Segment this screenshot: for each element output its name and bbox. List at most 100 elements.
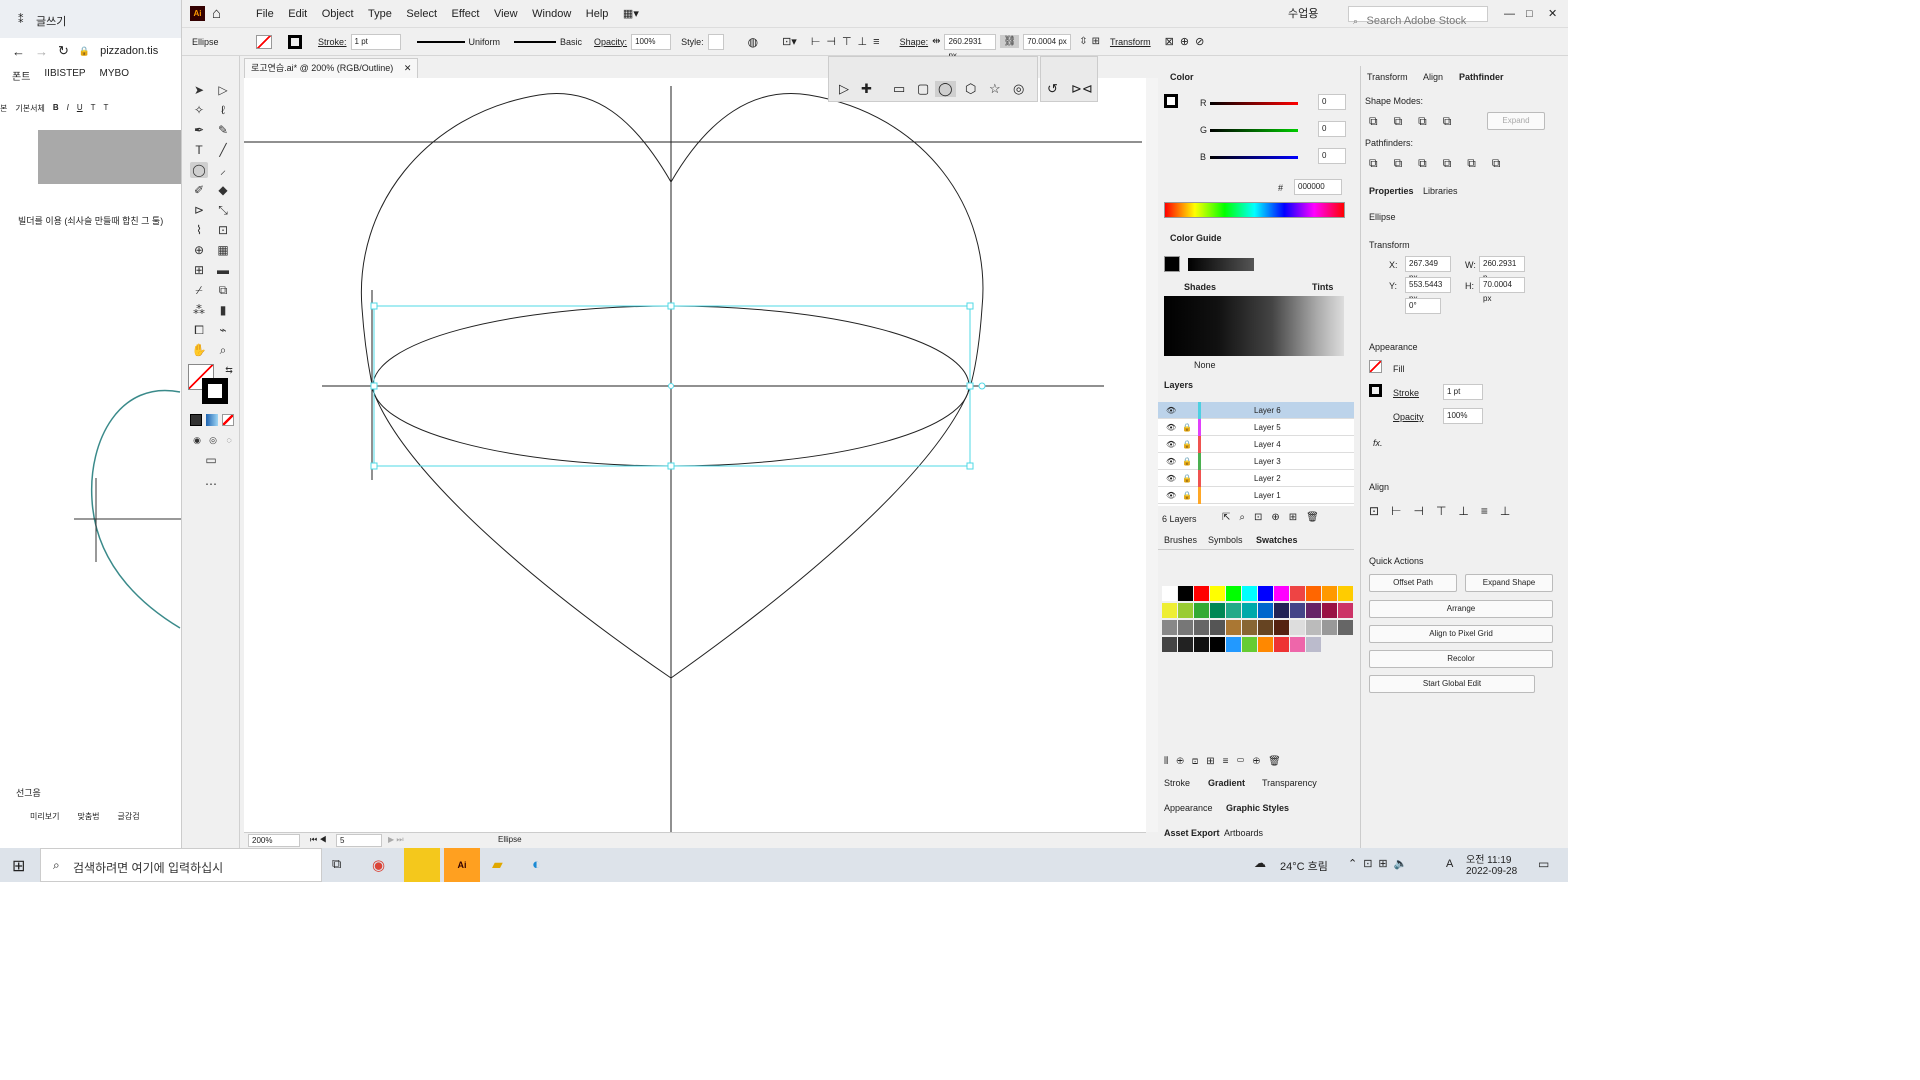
- start-global-edit-button[interactable]: Start Global Edit: [1369, 675, 1535, 693]
- swap-colors-icon[interactable]: ⇆: [220, 362, 238, 378]
- visibility-eye-icon[interactable]: 👁: [1166, 419, 1176, 436]
- y-input[interactable]: 553.5443 px: [1405, 277, 1451, 303]
- pen-tool-icon[interactable]: ✒: [190, 122, 208, 138]
- layer-name[interactable]: Layer 4: [1254, 436, 1281, 453]
- stroke-weight-input[interactable]: 1 pt: [350, 33, 401, 50]
- layers-panel-title[interactable]: Layers: [1164, 380, 1193, 390]
- scale-tool-icon[interactable]: ⤡: [214, 202, 232, 218]
- italic-button[interactable]: I: [67, 103, 69, 114]
- tab-transform[interactable]: Transform: [1367, 72, 1408, 82]
- tab-appearance[interactable]: Appearance: [1164, 803, 1213, 813]
- swatch[interactable]: [1162, 637, 1177, 652]
- appearance-stroke-input[interactable]: 1 pt: [1443, 384, 1483, 400]
- notification-icon[interactable]: ▭: [1538, 857, 1549, 871]
- r-input[interactable]: 0: [1318, 94, 1346, 110]
- gradient-mode-icon[interactable]: [206, 414, 218, 426]
- swatch[interactable]: [1194, 620, 1209, 635]
- tab-gradient[interactable]: Gradient: [1208, 778, 1245, 788]
- swatch[interactable]: [1242, 603, 1257, 618]
- layer-name[interactable]: Layer 3: [1254, 453, 1281, 470]
- maximize-button[interactable]: □: [1520, 0, 1539, 28]
- align-icons[interactable]: ⊡⊢⊣⊤⊥≡⊥: [1369, 504, 1522, 518]
- forward-icon[interactable]: →: [35, 44, 48, 59]
- guide-base-color[interactable]: [1164, 256, 1180, 272]
- swatch[interactable]: [1162, 603, 1177, 618]
- swatches-grid[interactable]: [1162, 586, 1353, 716]
- preview-button[interactable]: 미리보기: [30, 811, 59, 822]
- minimize-button[interactable]: —: [1498, 0, 1521, 28]
- slice-tool-icon[interactable]: ⌁: [214, 322, 232, 338]
- tab-artboards[interactable]: Artboards: [1224, 828, 1263, 838]
- font-size-select[interactable]: 본: [0, 103, 7, 114]
- spellcheck-button[interactable]: 맞춤법: [77, 811, 99, 822]
- align-buttons-icon[interactable]: ⊢⊣⊤⊥≡: [811, 35, 886, 48]
- task-view-icon[interactable]: ⧉: [332, 856, 341, 872]
- swatch[interactable]: [1306, 603, 1321, 618]
- curvature-tool-icon[interactable]: ✎: [214, 122, 232, 138]
- visibility-eye-icon[interactable]: 👁: [1166, 436, 1176, 453]
- clock-date[interactable]: 2022-09-28: [1466, 866, 1517, 877]
- artboard-tool-icon[interactable]: ⧠: [190, 322, 208, 338]
- magic-wand-tool-icon[interactable]: ✧: [190, 102, 208, 118]
- appearance-fill-swatch[interactable]: [1369, 360, 1382, 373]
- menu-view[interactable]: View: [488, 0, 524, 28]
- menu-effect[interactable]: Effect: [446, 0, 486, 28]
- vertical-scrollbar[interactable]: [1146, 78, 1158, 832]
- tab-symbols[interactable]: Symbols: [1208, 535, 1243, 545]
- tab-swatches[interactable]: Swatches: [1256, 535, 1298, 545]
- taskbar-search[interactable]: ⌕ 검색하려면 여기에 입력하십시: [40, 848, 322, 882]
- graph-tool-icon[interactable]: ▮: [214, 302, 232, 318]
- ellipse-tool-float-icon[interactable]: ◯: [935, 81, 956, 97]
- swatch-footer-icons[interactable]: ⫴⊕⊡⊞≡▭⊕🗑: [1164, 756, 1289, 767]
- workspace-select[interactable]: 수업용: [1282, 0, 1324, 28]
- g-input[interactable]: 0: [1318, 121, 1346, 137]
- swatch[interactable]: [1274, 586, 1289, 601]
- artboard-nav-last-icon[interactable]: ▶ ⏭: [388, 835, 404, 845]
- star-tool-icon[interactable]: ☆: [989, 81, 1001, 97]
- shape-builder-tool-icon[interactable]: ⊕: [190, 242, 208, 258]
- lock-icon[interactable]: 🔒: [1182, 487, 1192, 504]
- swatch[interactable]: [1306, 620, 1321, 635]
- tab-stroke[interactable]: Stroke: [1164, 778, 1190, 788]
- close-tab-icon[interactable]: ✕: [404, 63, 412, 73]
- bounding-icon[interactable]: ⊞: [1092, 36, 1100, 47]
- layer-row[interactable]: 👁 Layer 6: [1158, 402, 1354, 419]
- swatch[interactable]: [1210, 620, 1225, 635]
- swatch[interactable]: [1162, 620, 1177, 635]
- hand-tool-icon[interactable]: ✋: [190, 342, 208, 358]
- home-icon[interactable]: ⌂: [212, 0, 221, 28]
- stroke-color-box[interactable]: [202, 378, 228, 404]
- bookmark-item[interactable]: MYBO: [100, 68, 129, 83]
- brush-definition-select[interactable]: Basic: [560, 37, 582, 47]
- artboard-nav-first-icon[interactable]: ⏮ ◀: [310, 835, 327, 845]
- recolor-button[interactable]: Recolor: [1369, 650, 1553, 668]
- transform-link[interactable]: Transform: [1110, 37, 1151, 47]
- tab-brushes[interactable]: Brushes: [1164, 535, 1197, 545]
- layer-row[interactable]: 👁 🔒 Layer 1: [1158, 487, 1354, 504]
- menu-edit[interactable]: Edit: [282, 0, 313, 28]
- swatch[interactable]: [1338, 620, 1353, 635]
- tab-align[interactable]: Align: [1423, 72, 1443, 82]
- swatch[interactable]: [1290, 637, 1305, 652]
- align-pixel-grid-button[interactable]: Align to Pixel Grid: [1369, 625, 1553, 643]
- swatch[interactable]: [1226, 637, 1241, 652]
- font-family-select[interactable]: 기본서체: [15, 103, 44, 114]
- swatch[interactable]: [1290, 586, 1305, 601]
- screen-mode-icon[interactable]: ▭: [202, 452, 220, 468]
- swatch[interactable]: [1242, 586, 1257, 601]
- bookmark-item[interactable]: IIBISTEP: [44, 68, 85, 83]
- appearance-opacity-label[interactable]: Opacity: [1393, 412, 1424, 422]
- perspective-grid-tool-icon[interactable]: ▦: [214, 242, 232, 258]
- shape-height-input[interactable]: 70.0004 px: [1023, 33, 1072, 50]
- layer-row[interactable]: 👁 🔒 Layer 3: [1158, 453, 1354, 470]
- pathfinder-icons[interactable]: ⧉⧉⧉⧉⧉⧉: [1369, 156, 1516, 171]
- menu-select[interactable]: Select: [400, 0, 443, 28]
- shape-modes-icons[interactable]: ⧉⧉⧉⧉: [1369, 114, 1467, 129]
- x-input[interactable]: 267.349 px: [1405, 256, 1451, 282]
- more-tools-icon[interactable]: ⋯: [202, 476, 220, 492]
- illustrator-taskbar-icon[interactable]: Ai: [444, 848, 480, 882]
- swatch[interactable]: [1338, 586, 1353, 601]
- back-icon[interactable]: ←: [12, 44, 25, 59]
- ellipse-tool-icon[interactable]: ◯: [190, 162, 208, 178]
- search-stock-input[interactable]: ⌕ Search Adobe Stock: [1348, 6, 1488, 27]
